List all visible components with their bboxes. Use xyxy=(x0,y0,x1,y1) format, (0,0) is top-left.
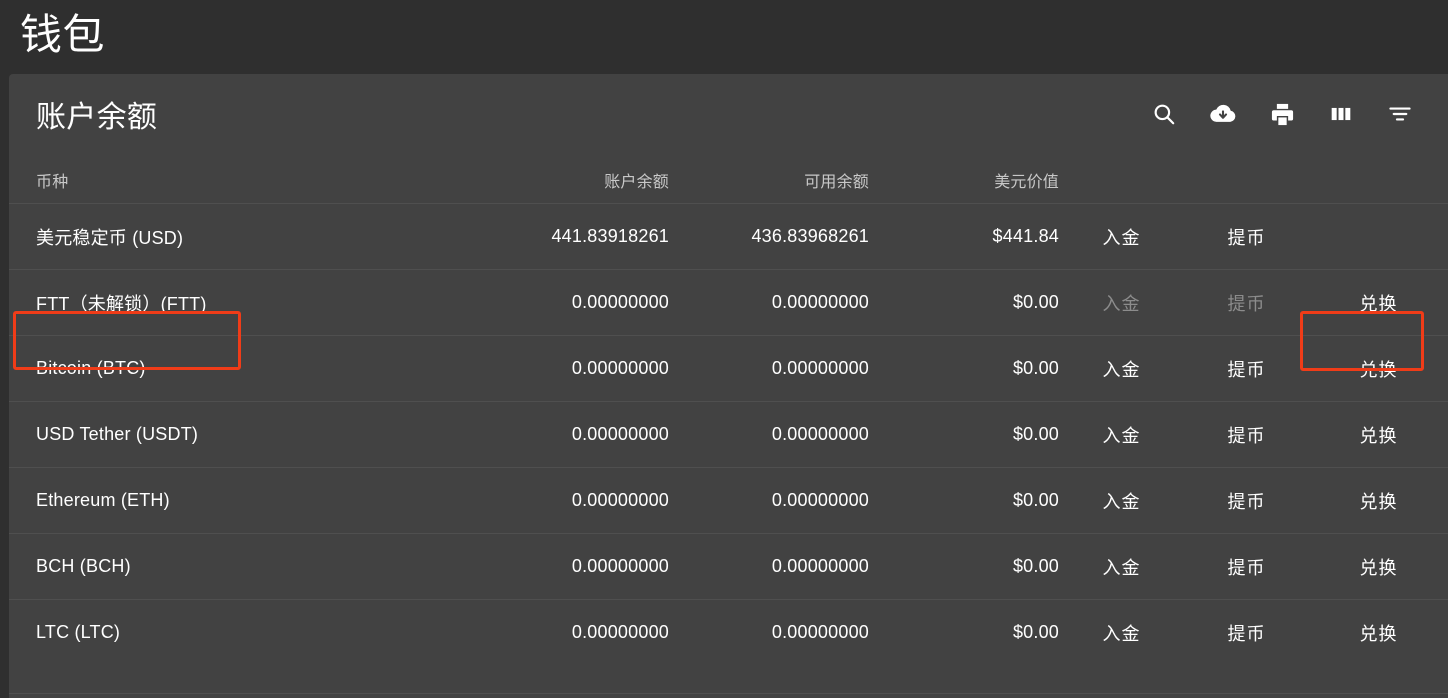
cell-balance: 0.00000000 xyxy=(479,270,669,336)
withdraw-button[interactable]: 提币 xyxy=(1228,224,1266,250)
cell-available: 0.00000000 xyxy=(669,600,869,666)
convert-button-cell: 兑换 xyxy=(1309,600,1448,666)
cell-currency: LTC (LTC) xyxy=(9,600,479,666)
withdraw-button[interactable]: 提币 xyxy=(1228,488,1266,514)
print-icon[interactable] xyxy=(1268,100,1296,128)
deposit-button[interactable]: 入金 xyxy=(1103,356,1141,382)
search-icon[interactable] xyxy=(1150,100,1178,128)
column-header-available: 可用余额 xyxy=(669,156,869,204)
wallet-page: 钱包 账户余额 xyxy=(0,0,1448,698)
convert-button[interactable]: 兑换 xyxy=(1360,356,1398,382)
column-header-action-3 xyxy=(1309,156,1448,204)
convert-button-cell xyxy=(1309,204,1448,270)
table-row: BCH (BCH)0.000000000.00000000$0.00入金提币兑换 xyxy=(9,534,1448,600)
table-header: 币种 账户余额 可用余额 美元价值 xyxy=(9,156,1448,204)
withdraw-button-cell: 提币 xyxy=(1184,534,1309,600)
cell-balance: 441.83918261 xyxy=(479,204,669,270)
withdraw-button-cell: 提币 xyxy=(1184,600,1309,666)
convert-button-cell: 兑换 xyxy=(1309,336,1448,402)
cell-currency: FTT（未解锁）(FTT) xyxy=(9,270,479,336)
view-column-icon[interactable] xyxy=(1327,100,1355,128)
cell-usd-value: $0.00 xyxy=(869,270,1059,336)
cell-usd-value: $0.00 xyxy=(869,402,1059,468)
table-row: USD Tether (USDT)0.000000000.00000000$0.… xyxy=(9,402,1448,468)
convert-button[interactable]: 兑换 xyxy=(1360,290,1398,316)
deposit-button[interactable]: 入金 xyxy=(1103,422,1141,448)
cell-available: 0.00000000 xyxy=(669,336,869,402)
withdraw-button[interactable]: 提币 xyxy=(1228,554,1266,580)
cell-balance: 0.00000000 xyxy=(479,534,669,600)
withdraw-button[interactable]: 提币 xyxy=(1228,422,1266,448)
deposit-button-cell: 入金 xyxy=(1059,270,1184,336)
table-row: FTT（未解锁）(FTT)0.000000000.00000000$0.00入金… xyxy=(9,270,1448,336)
cell-balance: 0.00000000 xyxy=(479,336,669,402)
convert-button-cell: 兑换 xyxy=(1309,402,1448,468)
table-header-row: 币种 账户余额 可用余额 美元价值 xyxy=(9,156,1448,204)
card-toolbar: 账户余额 xyxy=(9,74,1448,156)
account-balance-card: 账户余额 xyxy=(9,74,1448,698)
column-header-currency: 币种 xyxy=(9,156,479,204)
withdraw-button-cell: 提币 xyxy=(1184,270,1309,336)
column-header-usd-value: 美元价值 xyxy=(869,156,1059,204)
convert-button[interactable]: 兑换 xyxy=(1360,620,1398,646)
cell-balance: 0.00000000 xyxy=(479,600,669,666)
cloud-download-icon[interactable] xyxy=(1209,100,1237,128)
deposit-button[interactable]: 入金 xyxy=(1103,554,1141,580)
card-title: 账户余额 xyxy=(36,100,157,136)
convert-button[interactable]: 兑换 xyxy=(1360,422,1398,448)
convert-button-cell: 兑换 xyxy=(1309,270,1448,336)
deposit-button-cell: 入金 xyxy=(1059,402,1184,468)
deposit-button-cell: 入金 xyxy=(1059,534,1184,600)
withdraw-button-cell: 提币 xyxy=(1184,204,1309,270)
withdraw-button[interactable]: 提币 xyxy=(1228,620,1266,646)
cell-currency: Ethereum (ETH) xyxy=(9,468,479,534)
cell-balance: 0.00000000 xyxy=(479,468,669,534)
deposit-button[interactable]: 入金 xyxy=(1103,224,1141,250)
deposit-button-cell: 入金 xyxy=(1059,600,1184,666)
cell-usd-value: $0.00 xyxy=(869,534,1059,600)
cell-currency: 美元稳定币 (USD) xyxy=(9,204,479,270)
deposit-button-cell: 入金 xyxy=(1059,468,1184,534)
deposit-button-cell: 入金 xyxy=(1059,204,1184,270)
cell-available: 436.83968261 xyxy=(669,204,869,270)
page-title: 钱包 xyxy=(20,7,105,63)
convert-button[interactable]: 兑换 xyxy=(1360,554,1398,580)
withdraw-button-cell: 提币 xyxy=(1184,468,1309,534)
column-header-balance: 账户余额 xyxy=(479,156,669,204)
deposit-button: 入金 xyxy=(1103,290,1141,316)
table-row: 美元稳定币 (USD)441.83918261436.83968261$441.… xyxy=(9,204,1448,270)
cell-usd-value: $0.00 xyxy=(869,336,1059,402)
cell-available: 0.00000000 xyxy=(669,534,869,600)
deposit-button-cell: 入金 xyxy=(1059,336,1184,402)
bottom-divider xyxy=(9,693,1448,694)
cell-usd-value: $0.00 xyxy=(869,600,1059,666)
filter-list-icon[interactable] xyxy=(1386,100,1414,128)
withdraw-button: 提币 xyxy=(1228,290,1266,316)
cell-currency: BCH (BCH) xyxy=(9,534,479,600)
cell-available: 0.00000000 xyxy=(669,402,869,468)
cell-balance: 0.00000000 xyxy=(479,402,669,468)
toolbar-icon-group xyxy=(1150,100,1414,128)
cell-available: 0.00000000 xyxy=(669,270,869,336)
deposit-button[interactable]: 入金 xyxy=(1103,620,1141,646)
table-row: Bitcoin (BTC)0.000000000.00000000$0.00入金… xyxy=(9,336,1448,402)
withdraw-button-cell: 提币 xyxy=(1184,402,1309,468)
deposit-button[interactable]: 入金 xyxy=(1103,488,1141,514)
cell-usd-value: $441.84 xyxy=(869,204,1059,270)
cell-currency: USD Tether (USDT) xyxy=(9,402,479,468)
convert-button[interactable]: 兑换 xyxy=(1360,488,1398,514)
table-row: Ethereum (ETH)0.000000000.00000000$0.00入… xyxy=(9,468,1448,534)
cell-available: 0.00000000 xyxy=(669,468,869,534)
cell-usd-value: $0.00 xyxy=(869,468,1059,534)
convert-button-cell: 兑换 xyxy=(1309,468,1448,534)
table-row: LTC (LTC)0.000000000.00000000$0.00入金提币兑换 xyxy=(9,600,1448,666)
withdraw-button-cell: 提币 xyxy=(1184,336,1309,402)
convert-button-cell: 兑换 xyxy=(1309,534,1448,600)
withdraw-button[interactable]: 提币 xyxy=(1228,356,1266,382)
balances-table: 币种 账户余额 可用余额 美元价值 美元稳定币 (USD)441.8391826… xyxy=(9,156,1448,665)
column-header-action-1 xyxy=(1059,156,1184,204)
column-header-action-2 xyxy=(1184,156,1309,204)
cell-currency: Bitcoin (BTC) xyxy=(9,336,479,402)
table-body: 美元稳定币 (USD)441.83918261436.83968261$441.… xyxy=(9,204,1448,666)
